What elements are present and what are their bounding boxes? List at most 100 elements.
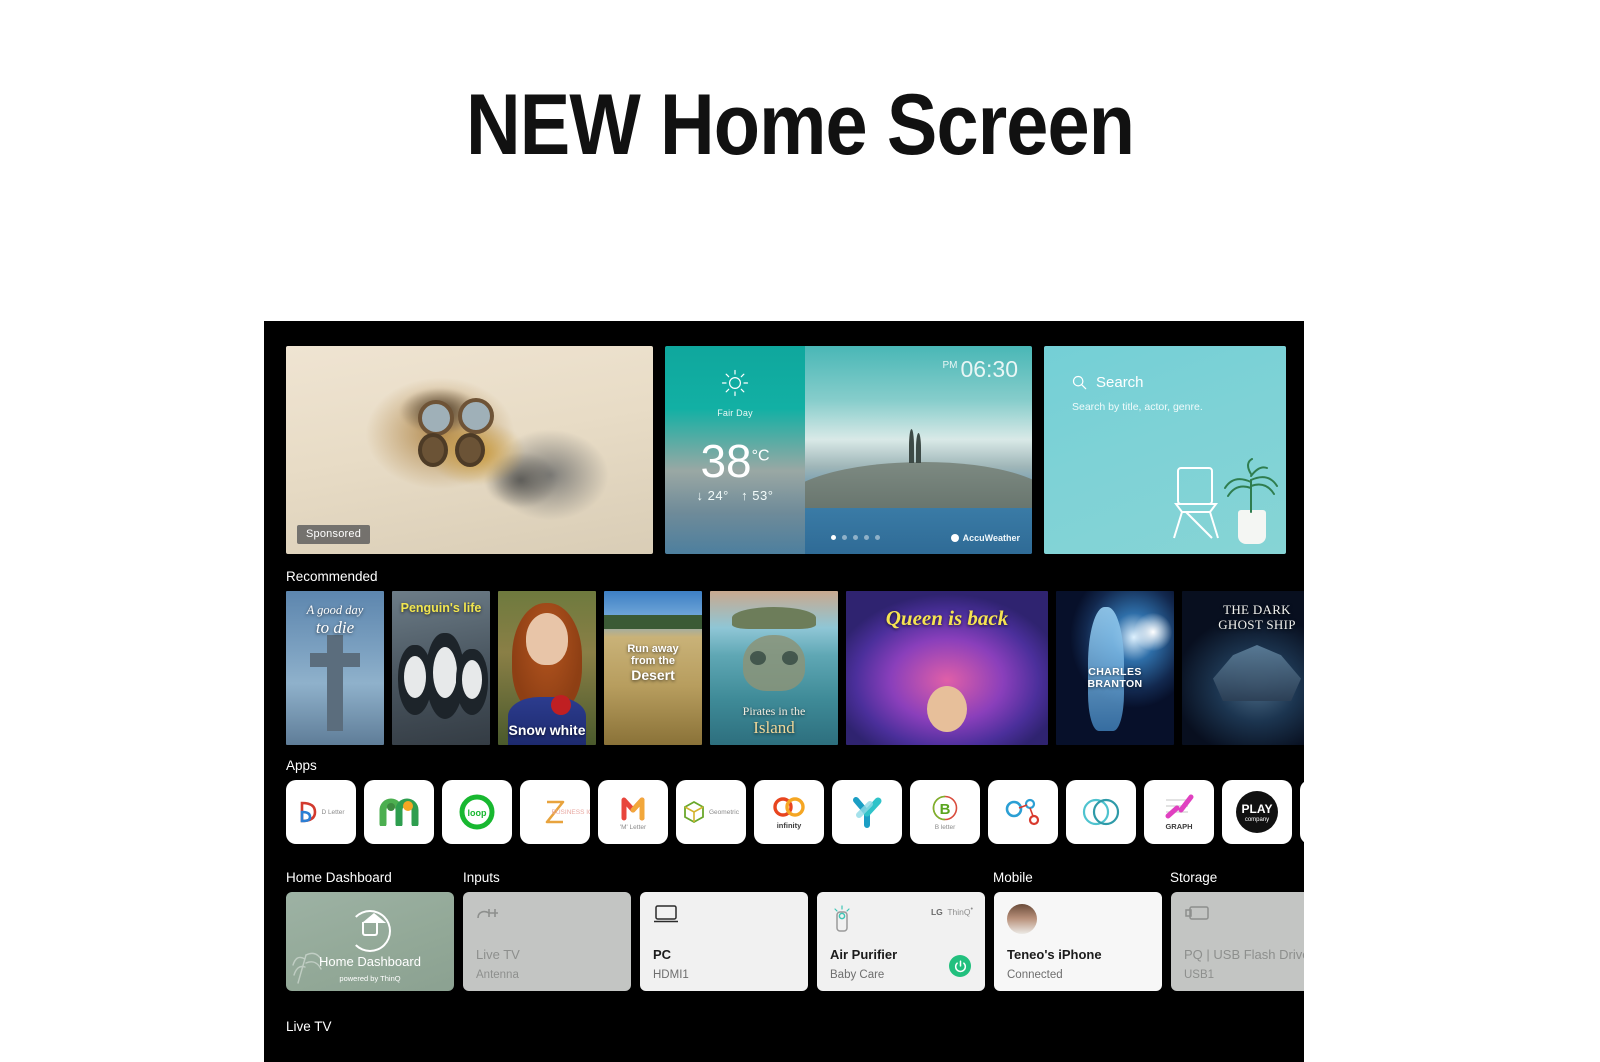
tv-home-screen-panel: Sponsored Fair Day 38°C ↓ 24° ↑ 53° PM 0… bbox=[264, 321, 1304, 1062]
page-title: NEW Home Screen bbox=[465, 77, 1135, 173]
recommended-title-line2: GHOST SHIP bbox=[1218, 616, 1296, 632]
apple-shape bbox=[550, 695, 571, 715]
carousel-dot[interactable] bbox=[875, 535, 880, 540]
app-tile-y-leaf[interactable] bbox=[832, 780, 902, 844]
app-tile-infinity[interactable]: infinity bbox=[754, 780, 824, 844]
section-label-recommended: Recommended bbox=[286, 569, 378, 584]
app-tile-double-circle[interactable] bbox=[1066, 780, 1136, 844]
recommended-title-line2: Desert bbox=[631, 666, 675, 683]
app-tile-partial[interactable] bbox=[1300, 780, 1304, 844]
dashboard-card-title: PC bbox=[653, 947, 672, 962]
dashboard-card-air-purifier[interactable]: LG ThinQ• Air Purifier Baby Care bbox=[817, 892, 985, 991]
water-shape bbox=[805, 508, 1032, 554]
clock-display: PM 06:30 bbox=[942, 358, 1018, 381]
skull-shape bbox=[743, 635, 805, 691]
app-tile-d-letter[interactable]: D Letter bbox=[286, 780, 356, 844]
recommended-title-line2: to die bbox=[315, 618, 355, 637]
accuweather-branding: AccuWeather bbox=[950, 533, 1020, 543]
dashboard-card-title: Air Purifier bbox=[830, 947, 898, 962]
chair-illustration bbox=[1162, 464, 1230, 542]
section-label-live-tv: Live TV bbox=[286, 1019, 332, 1034]
recommended-row[interactable]: A good day to die Penguin's life Snow wh… bbox=[286, 591, 1304, 745]
lg-thinq-badge: LG ThinQ• bbox=[930, 905, 973, 917]
carousel-dot[interactable] bbox=[831, 535, 836, 540]
recommended-title-line2: Island bbox=[753, 717, 795, 737]
app-tile-node-graph[interactable] bbox=[988, 780, 1058, 844]
carousel-dot[interactable] bbox=[853, 535, 858, 540]
app-tile-m-arch[interactable] bbox=[364, 780, 434, 844]
app-tile-m-letter[interactable]: 'M' Letter bbox=[598, 780, 668, 844]
play-company-icon: PLAY company bbox=[1234, 789, 1280, 835]
penguin-shape bbox=[456, 649, 488, 715]
recommended-title: CHARLES BRANTON bbox=[1087, 666, 1143, 690]
app-label: infinity bbox=[776, 820, 802, 830]
section-label-home-dashboard: Home Dashboard bbox=[286, 870, 392, 885]
app-tile-graph[interactable]: GRAPH bbox=[1144, 780, 1214, 844]
search-subtitle: Search by title, actor, genre. bbox=[1072, 401, 1203, 413]
app-tile-play-company[interactable]: PLAY company bbox=[1222, 780, 1292, 844]
app-label: Geometric bbox=[709, 808, 739, 816]
search-label-group[interactable]: Search bbox=[1072, 374, 1144, 391]
dashboard-card-home-dashboard[interactable]: Home Dashboard powered by ThinQ bbox=[286, 892, 454, 991]
recommended-card[interactable]: Pirates in the Island bbox=[710, 591, 838, 745]
carousel-dot[interactable] bbox=[864, 535, 869, 540]
m-arch-icon bbox=[379, 798, 419, 826]
recommended-card[interactable]: Penguin's life bbox=[392, 591, 490, 745]
app-tile-loop[interactable]: loop bbox=[442, 780, 512, 844]
app-label: BUSINESS ICON bbox=[551, 808, 590, 816]
recommended-card[interactable]: A good day to die bbox=[286, 591, 384, 745]
recommended-card[interactable]: Snow white bbox=[498, 591, 596, 745]
carousel-dots[interactable] bbox=[831, 535, 880, 540]
weather-low: ↓ 24° bbox=[696, 488, 729, 503]
m-letter-icon bbox=[619, 794, 647, 822]
app-label: B letter bbox=[934, 823, 956, 831]
recommended-card[interactable]: THE DARK GHOST SHIP bbox=[1182, 591, 1304, 745]
loop-ring-icon: loop bbox=[457, 792, 497, 832]
dashboard-card-pc[interactable]: PC HDMI1 bbox=[640, 892, 808, 991]
graph-chart-icon bbox=[1162, 794, 1196, 820]
svg-text:B: B bbox=[940, 801, 951, 818]
recommended-card[interactable]: CHARLES BRANTON bbox=[1056, 591, 1174, 745]
carousel-dot[interactable] bbox=[842, 535, 847, 540]
search-card[interactable]: Search Search by title, actor, genre. bbox=[1044, 346, 1286, 554]
dashboard-card-live-tv[interactable]: Live TV Antenna bbox=[463, 892, 631, 991]
weather-info-pane: Fair Day 38°C ↓ 24° ↑ 53° bbox=[665, 346, 805, 554]
d-letter-icon bbox=[297, 801, 317, 823]
recommended-title: THE DARK GHOST SHIP bbox=[1182, 602, 1304, 632]
search-icon bbox=[1072, 375, 1087, 390]
section-label-inputs: Inputs bbox=[463, 870, 500, 885]
app-tile-b-letter[interactable]: B B letter bbox=[910, 780, 980, 844]
weather-card[interactable]: Fair Day 38°C ↓ 24° ↑ 53° PM 06:30 AccuW… bbox=[665, 346, 1032, 554]
weather-condition-label: Fair Day bbox=[717, 408, 753, 418]
b-letter-icon: B bbox=[931, 794, 959, 822]
face-shape bbox=[526, 613, 568, 665]
home-dashboard-row[interactable]: Home Dashboard powered by ThinQ Live TV … bbox=[286, 892, 1304, 991]
face-shape bbox=[927, 686, 967, 733]
dashboard-card-subtitle: Connected bbox=[1007, 969, 1063, 981]
dashboard-card-title: Home Dashboard bbox=[319, 954, 421, 969]
recommended-title-line1: Pirates in the bbox=[742, 703, 806, 718]
dashboard-card-teneos-iphone[interactable]: Teneo's iPhone Connected bbox=[994, 892, 1162, 991]
monitor-icon bbox=[653, 904, 679, 924]
dashboard-card-subtitle: HDMI1 bbox=[653, 969, 689, 981]
air-purifier-icon bbox=[830, 904, 854, 934]
recommended-title: Pirates in the Island bbox=[710, 703, 838, 737]
clock-ampm: PM bbox=[942, 360, 958, 372]
apps-row[interactable]: D Letter loop BUSINESS I 'M' Letter Geom… bbox=[286, 780, 1304, 844]
dashboard-card-subtitle: Baby Care bbox=[830, 969, 885, 981]
island-shape bbox=[732, 607, 816, 629]
app-label: D Letter bbox=[321, 808, 345, 816]
dashboard-card-usb-flash-drive[interactable]: PQ | USB Flash Drive USB1 bbox=[1171, 892, 1304, 991]
tree-icon bbox=[916, 433, 922, 464]
accuweather-logo-icon bbox=[950, 534, 959, 542]
avatar bbox=[1007, 904, 1037, 934]
power-icon[interactable] bbox=[949, 955, 971, 977]
app-label: GRAPH bbox=[1165, 821, 1193, 831]
double-circle-icon bbox=[1082, 796, 1120, 828]
app-tile-geometric[interactable]: Geometric bbox=[676, 780, 746, 844]
recommended-card[interactable]: Queen is back bbox=[846, 591, 1048, 745]
app-tile-business[interactable]: BUSINESS ICON bbox=[520, 780, 590, 844]
recommended-title-line1: A good day bbox=[306, 603, 364, 617]
recommended-card[interactable]: Run away from the Desert bbox=[604, 591, 702, 745]
sponsored-ad-card[interactable]: Sponsored bbox=[286, 346, 653, 554]
